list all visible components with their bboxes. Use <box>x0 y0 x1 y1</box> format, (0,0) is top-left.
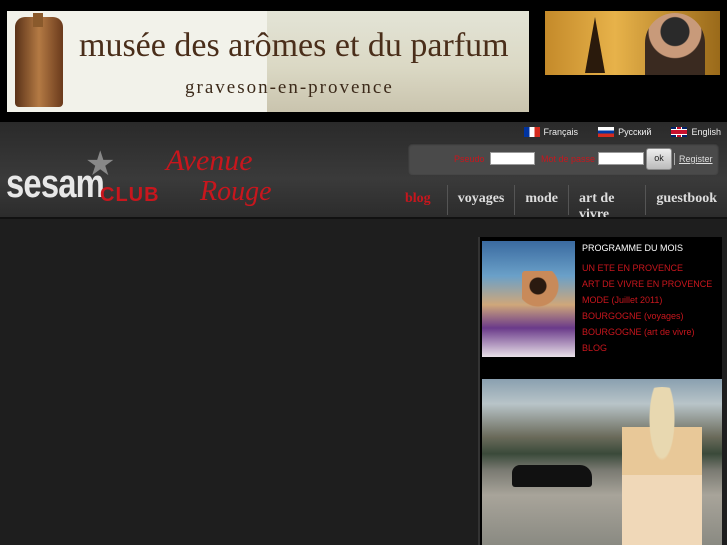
logo-rouge: Rouge <box>200 176 272 207</box>
language-switcher: Français Русский English <box>523 127 721 137</box>
sunbather-figure <box>522 271 562 321</box>
lang-label: Русский <box>618 127 652 137</box>
woman-portrait-image <box>645 13 705 75</box>
nav-blog[interactable]: blog <box>393 185 447 215</box>
bride-paris-photo[interactable] <box>482 379 722 545</box>
lang-label: Français <box>543 127 579 137</box>
programme-link[interactable]: BOURGOGNE (voyages) <box>582 311 720 322</box>
top-banner-strip: musée des arômes et du parfum graveson-e… <box>0 0 727 122</box>
site-header: Français Русский English Pseudo Mot de p… <box>0 122 727 222</box>
password-input[interactable] <box>598 152 644 165</box>
french-flag-icon <box>523 127 540 137</box>
programme-links: UN ETE EN PROVENCE ART DE VIVRE EN PROVE… <box>582 263 720 359</box>
museum-banner[interactable]: musée des arômes et du parfum graveson-e… <box>7 11 529 112</box>
programme-link[interactable]: UN ETE EN PROVENCE <box>582 263 720 274</box>
russian-flag-icon <box>598 127 615 137</box>
lang-label: English <box>691 127 721 137</box>
register-link[interactable]: Register <box>679 154 713 164</box>
header-divider <box>0 217 727 219</box>
nav-voyages[interactable]: voyages <box>446 185 515 215</box>
paris-ad-banner[interactable] <box>545 11 720 75</box>
divider <box>674 153 675 165</box>
perfume-bottle-image <box>15 13 63 107</box>
nav-art-de-vivre[interactable]: art de vivre <box>568 185 645 222</box>
programme-title: PROGRAMME DU MOIS <box>582 243 684 253</box>
programme-link[interactable]: ART DE VIVRE EN PROVENCE <box>582 279 720 290</box>
login-bar: Pseudo Mot de passe ok Register <box>408 143 719 175</box>
banner-subtitle: graveson-en-provence <box>185 77 394 98</box>
logo-avenue: Avenue <box>166 144 253 177</box>
pseudo-label: Pseudo <box>454 154 485 164</box>
lang-english[interactable]: English <box>671 127 721 137</box>
eiffel-tower-image <box>585 17 605 73</box>
sidebar: PROGRAMME DU MOIS UN ETE EN PROVENCE ART… <box>478 237 722 545</box>
lang-russian[interactable]: Русский <box>598 127 651 137</box>
bride-figure <box>622 387 702 545</box>
nav-guestbook[interactable]: guestbook <box>645 185 727 215</box>
banner-title: musée des arômes et du parfum <box>79 27 509 64</box>
password-label: Mot de passe <box>541 154 596 164</box>
lang-francais[interactable]: Français <box>523 127 579 137</box>
car-figure <box>512 465 592 487</box>
pseudo-input[interactable] <box>490 152 535 165</box>
uk-flag-icon <box>671 127 688 137</box>
ok-button[interactable]: ok <box>646 148 672 170</box>
programme-link[interactable]: BLOG <box>582 343 720 354</box>
main-nav: blog voyages mode art de vivre guestbook <box>393 185 727 222</box>
programme-link[interactable]: MODE (Juillet 2011) <box>582 295 720 306</box>
logo-club: CLUB <box>100 184 160 206</box>
programme-photo[interactable] <box>482 241 575 357</box>
programme-link[interactable]: BOURGOGNE (art de vivre) <box>582 327 720 338</box>
logo-sesam: sesam <box>6 162 105 206</box>
nav-mode[interactable]: mode <box>514 185 568 215</box>
